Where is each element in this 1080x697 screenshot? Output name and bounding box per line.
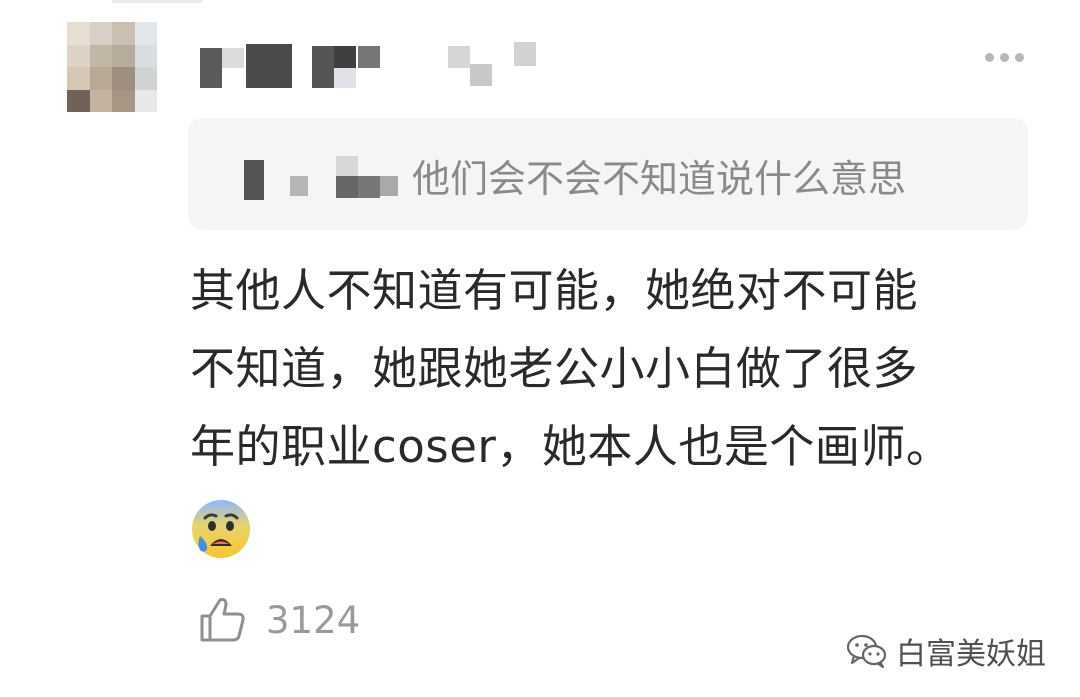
anxious-face-emoji-icon <box>190 498 252 560</box>
more-options-button[interactable] <box>975 46 1033 68</box>
like-button[interactable]: 3124 <box>196 590 360 650</box>
comment-text: 其他人不知道有可能，她绝对不可能 不知道，她跟她老公小小白做了很多 年的职业co… <box>190 252 1010 486</box>
comment-line: 其他人不知道有可能，她绝对不可能 <box>190 264 919 317</box>
reply-quote[interactable]: 他们会不会不知道说什么意思 <box>188 118 1028 230</box>
quoted-username-censored <box>244 154 404 200</box>
comment-line: 年的职业coser，她本人也是个画师。 <box>190 420 952 473</box>
comment-line: 不知道，她跟她老公小小白做了很多 <box>190 342 919 395</box>
watermark-text: 白富美妖姐 <box>896 637 1046 672</box>
more-dots-icon <box>999 52 1009 62</box>
more-dots-icon <box>984 52 994 62</box>
wechat-icon <box>846 634 887 669</box>
watermark: 白富美妖姐 <box>846 628 1046 674</box>
username-censored[interactable] <box>200 40 540 90</box>
avatar[interactable] <box>67 22 157 112</box>
top-divider <box>112 0 202 3</box>
like-count: 3124 <box>266 598 361 642</box>
reply-quote-text: 他们会不会不知道说什么意思 <box>412 157 907 201</box>
more-dots-icon <box>1014 52 1024 62</box>
thumbs-up-icon <box>200 598 245 642</box>
